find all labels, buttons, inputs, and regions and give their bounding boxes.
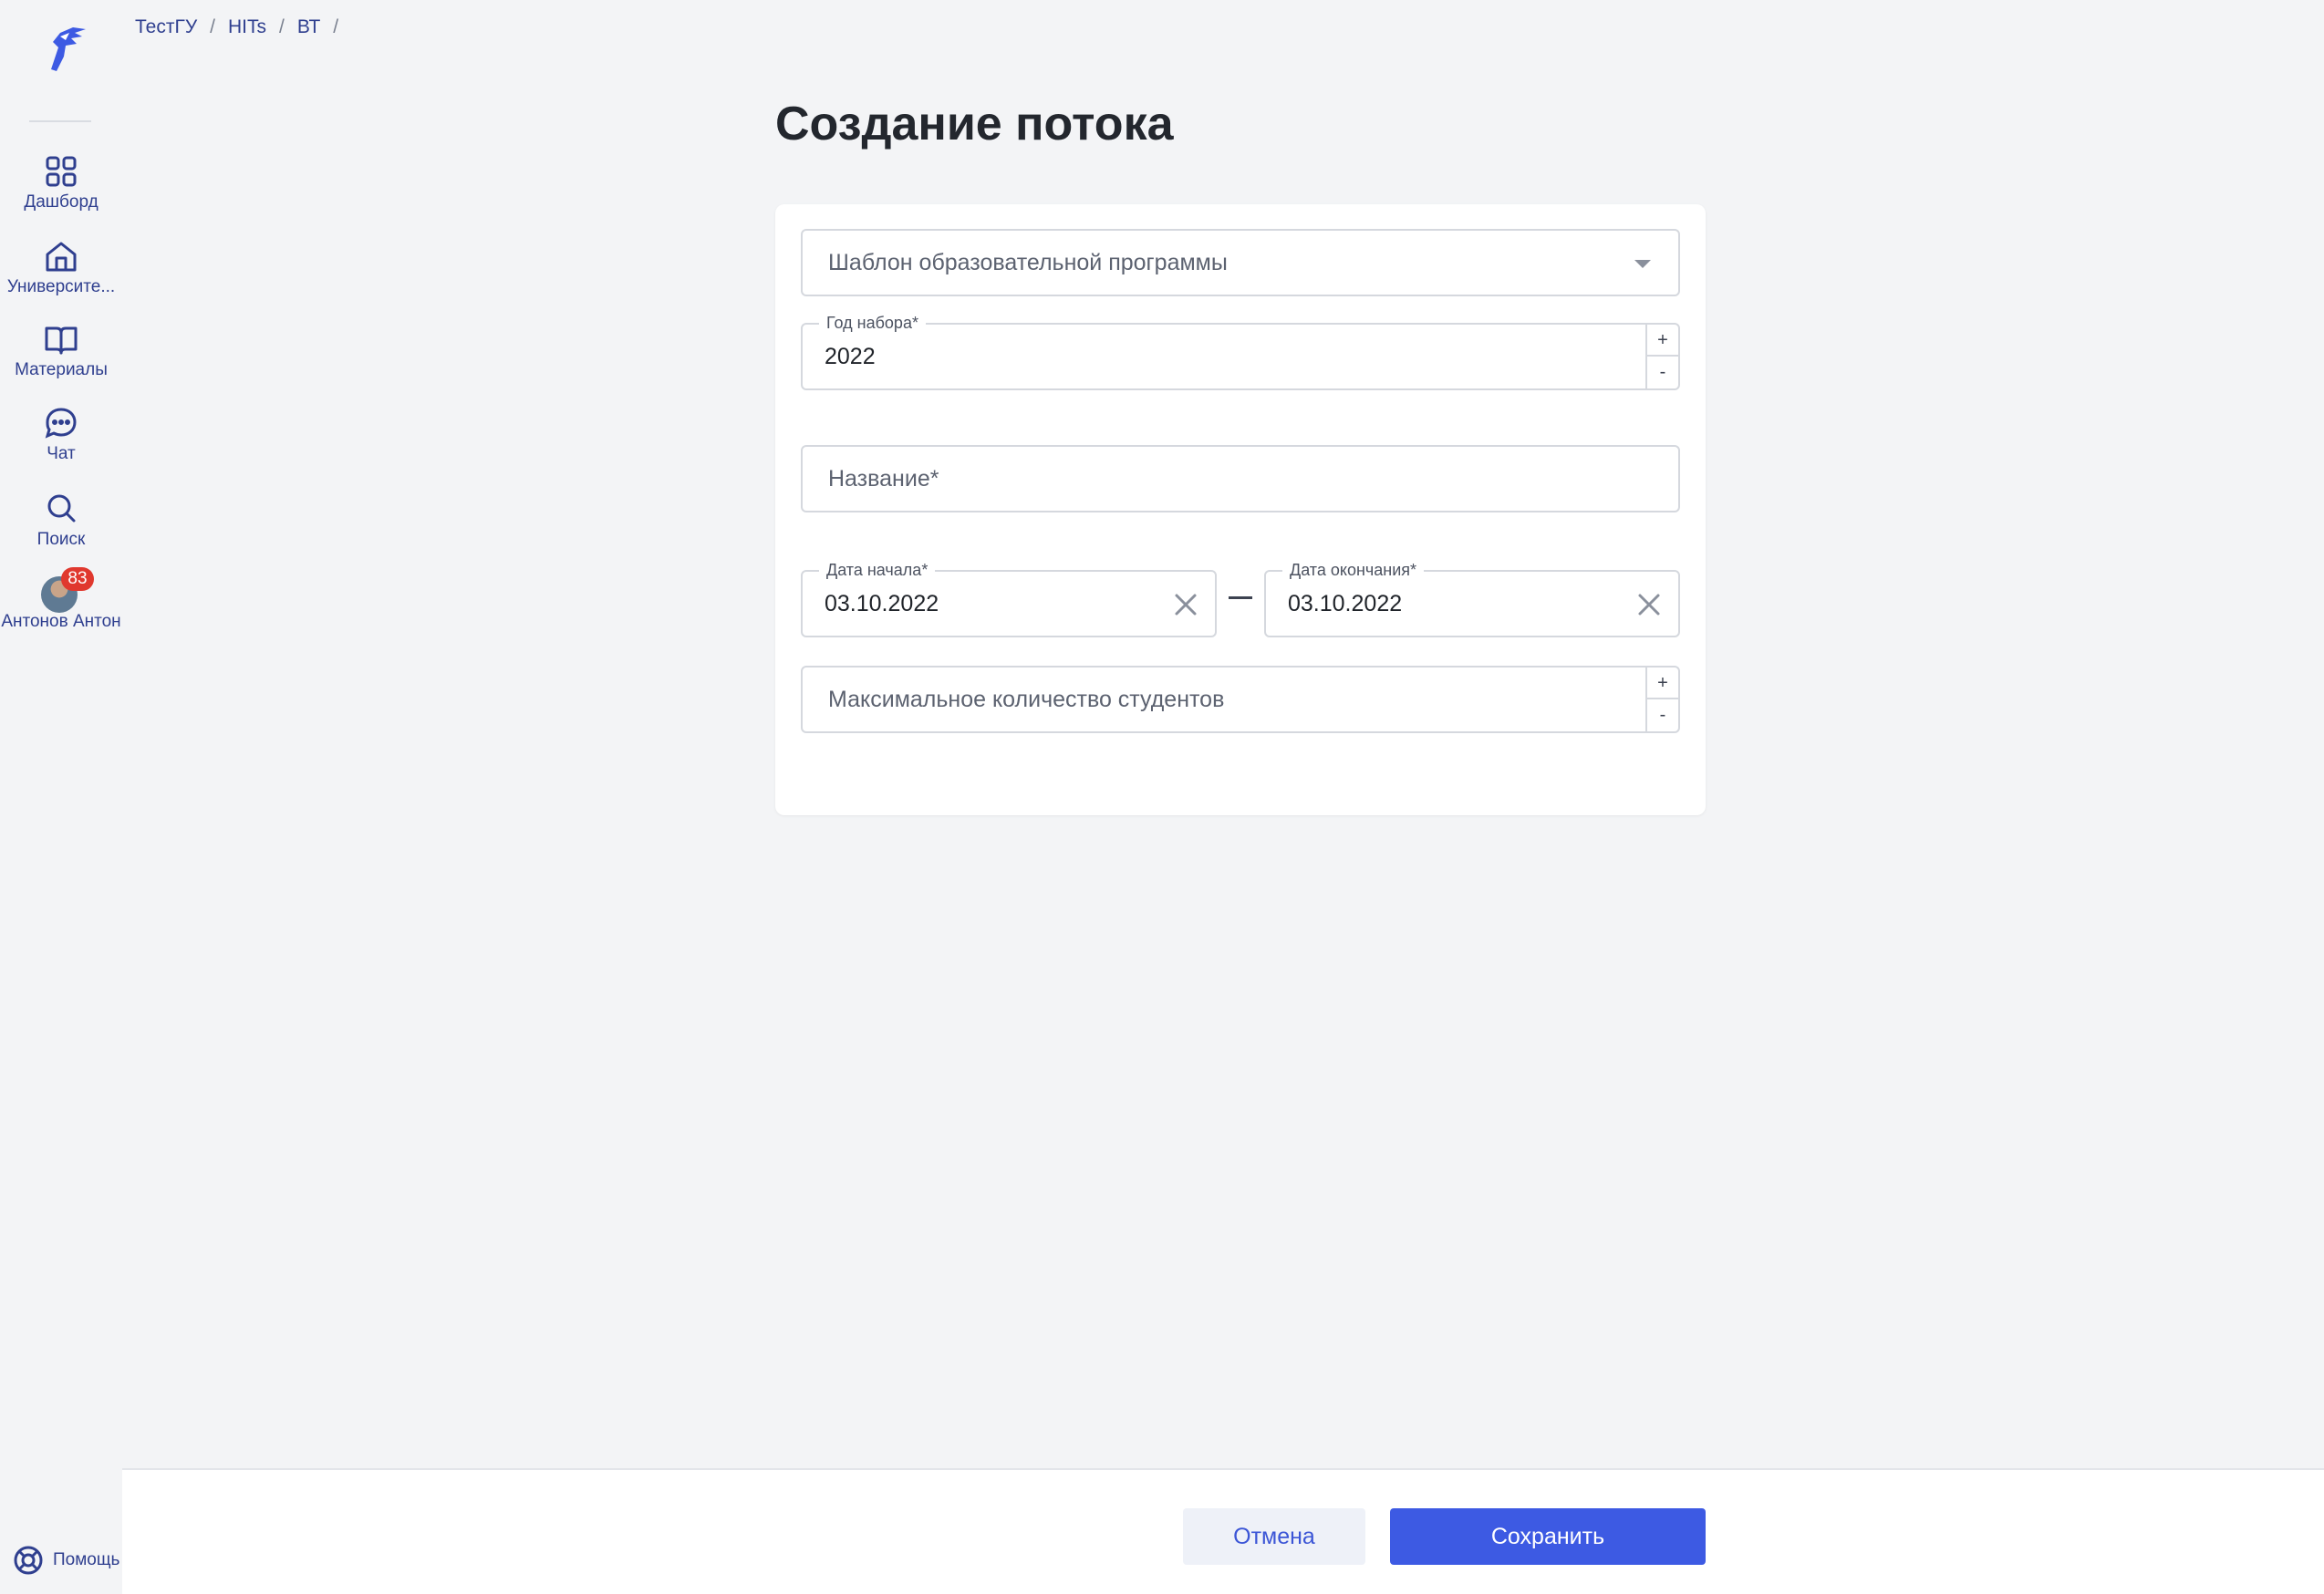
breadcrumb-separator: / — [279, 16, 285, 37]
grid-icon — [46, 156, 77, 187]
increment-button[interactable]: + — [1647, 668, 1678, 699]
year-stepper: + - — [1645, 325, 1678, 388]
increment-button[interactable]: + — [1647, 325, 1678, 357]
breadcrumb: ТестГУ / HITs / ВТ / — [135, 16, 338, 38]
help-button[interactable]: Помощь — [13, 1545, 119, 1576]
chat-icon — [45, 408, 77, 439]
close-icon[interactable] — [1636, 592, 1662, 617]
year-value[interactable]: 2022 — [825, 325, 876, 388]
sidebar-divider — [29, 120, 91, 122]
home-icon — [46, 242, 77, 272]
breadcrumb-item[interactable]: ВТ — [297, 16, 320, 38]
breadcrumb-item[interactable]: HITs — [228, 16, 266, 38]
end-date-value[interactable]: 03.10.2022 — [1288, 572, 1402, 636]
logo-icon[interactable] — [33, 20, 89, 77]
breadcrumb-item[interactable]: ТестГУ — [135, 16, 197, 38]
cancel-button[interactable]: Отмена — [1183, 1508, 1365, 1565]
form-card: Шаблон образовательной программы Год наб… — [775, 204, 1706, 815]
name-placeholder: Название* — [828, 466, 939, 492]
year-field[interactable]: Год набора* 2022 + - — [801, 314, 1680, 390]
sidebar-item-materials[interactable]: Материалы — [0, 321, 122, 379]
sidebar-item-label: Дашборд — [24, 193, 99, 212]
search-icon — [47, 494, 76, 523]
template-placeholder: Шаблон образовательной программы — [828, 250, 1228, 275]
page-title: Создание потока — [775, 98, 1174, 150]
sidebar-item-university[interactable]: Университе... — [0, 238, 122, 296]
sidebar-item-label: Чат — [47, 445, 76, 463]
user-avatar[interactable]: 83 — [41, 567, 94, 613]
decrement-button[interactable]: - — [1647, 357, 1678, 388]
close-icon[interactable] — [1173, 592, 1198, 617]
help-label: Помощь — [53, 1550, 120, 1569]
sidebar: Дашборд Университе... Материалы Чат Поис… — [0, 0, 122, 1594]
save-button[interactable]: Сохранить — [1390, 1508, 1706, 1565]
sidebar-item-label: Материалы — [15, 361, 108, 379]
name-field[interactable]: Название* — [801, 445, 1680, 512]
template-select[interactable]: Шаблон образовательной программы — [801, 229, 1680, 296]
sidebar-item-search[interactable]: Поиск — [0, 491, 122, 549]
sidebar-item-label: Университе... — [6, 278, 116, 296]
sidebar-item-dashboard[interactable]: Дашборд — [0, 153, 122, 212]
chevron-down-icon[interactable] — [1634, 260, 1651, 268]
start-date-value[interactable]: 03.10.2022 — [825, 572, 939, 636]
user-name[interactable]: Антонов Антон — [0, 613, 122, 631]
breadcrumb-separator: / — [210, 16, 216, 37]
breadcrumb-separator: / — [333, 16, 339, 37]
sidebar-item-label: Поиск — [36, 531, 86, 549]
max-students-placeholder: Максимальное количество студентов — [828, 687, 1225, 712]
decrement-button[interactable]: - — [1647, 699, 1678, 731]
start-date-field[interactable]: Дата начала* 03.10.2022 — [801, 561, 1217, 637]
footer-bar: Отмена Сохранить — [122, 1468, 2324, 1594]
max-students-stepper: + - — [1645, 668, 1678, 731]
lifebuoy-icon — [14, 1546, 43, 1575]
max-students-field[interactable]: Максимальное количество студентов + - — [801, 666, 1680, 733]
sidebar-item-chat[interactable]: Чат — [0, 405, 122, 463]
book-icon — [45, 326, 78, 355]
date-range-dash — [1229, 596, 1252, 599]
end-date-field[interactable]: Дата окончания* 03.10.2022 — [1264, 561, 1680, 637]
notification-badge: 83 — [61, 567, 94, 591]
